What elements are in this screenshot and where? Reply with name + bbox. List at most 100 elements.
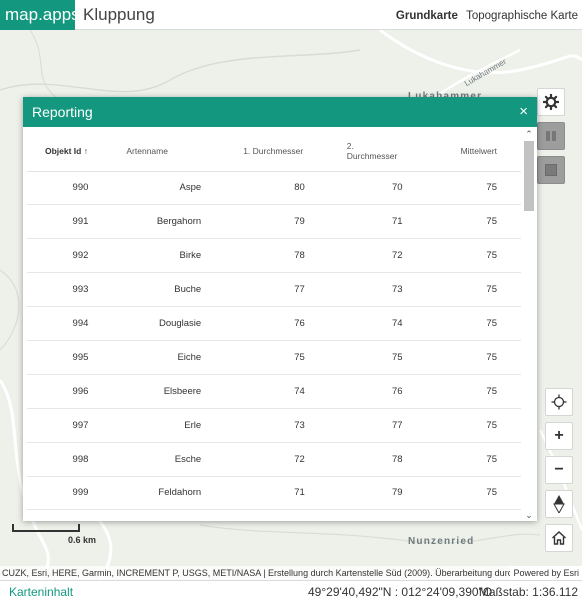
cell-artenname: Elsbeere <box>120 374 230 409</box>
table-row[interactable]: 990 Aspe 80 70 75 <box>27 171 521 206</box>
dialog-title: Reporting <box>32 104 93 120</box>
cell-durchmesser-2: 78 <box>332 442 437 477</box>
zoom-out-button[interactable]: − <box>545 456 573 484</box>
cell-objekt-id: 997 <box>27 408 121 443</box>
cell-durchmesser-2: 73 <box>332 272 437 308</box>
cell-mittelwert: 75 <box>436 306 521 341</box>
cell-durchmesser-1: 71 <box>229 476 333 511</box>
cell-mittelwert: 75 <box>436 238 521 274</box>
home-icon <box>552 531 566 545</box>
reporting-table: Objekt Id ↑ Artenname 1. Durchmesser 2. … <box>27 131 521 511</box>
column-header-artenname[interactable]: Artenname <box>120 131 230 172</box>
footer-bar: Karteninhalt 49°29'40,492"N : 012°24'09,… <box>0 580 582 602</box>
coordinate-display: 49°29'40,492"N : 012°24'09,390"O <box>308 585 493 599</box>
table-row[interactable]: 992 Birke 78 72 75 <box>27 238 521 274</box>
crosshair-icon <box>551 394 567 410</box>
cell-durchmesser-1: 78 <box>229 238 333 274</box>
stop-button[interactable] <box>537 156 565 184</box>
reporting-table-container[interactable]: Objekt Id ↑ Artenname 1. Durchmesser 2. … <box>27 131 521 517</box>
cell-objekt-id: 999 <box>27 476 121 511</box>
scroll-up-icon[interactable]: ⌃ <box>524 129 534 140</box>
dialog-header[interactable]: Reporting × <box>23 97 537 127</box>
cell-mittelwert: 75 <box>436 204 521 240</box>
cell-durchmesser-1: 72 <box>229 442 333 477</box>
cell-mittelwert: 75 <box>436 442 521 477</box>
column-header-objekt-id[interactable]: Objekt Id ↑ <box>27 131 121 172</box>
cell-durchmesser-2: 74 <box>332 306 437 341</box>
pause-button[interactable] <box>537 122 565 150</box>
map-label-nunzenried: Nunzenried <box>408 536 475 547</box>
table-row[interactable]: 994 Douglasie 76 74 75 <box>27 306 521 341</box>
cell-durchmesser-2: 72 <box>332 238 437 274</box>
attribution-text: CUZK, Esri, HERE, Garmin, INCREMENT P, U… <box>2 568 551 578</box>
top-bar: map.apps Kluppung Grundkarte Topographis… <box>0 0 582 30</box>
cell-objekt-id: 990 <box>27 171 121 206</box>
cell-artenname: Erle <box>120 408 230 443</box>
cell-durchmesser-1: 73 <box>229 408 333 443</box>
cell-durchmesser-1: 75 <box>229 340 333 375</box>
gear-icon <box>543 94 559 110</box>
cell-durchmesser-1: 77 <box>229 272 333 308</box>
cell-durchmesser-1: 74 <box>229 374 333 409</box>
table-header-row: Objekt Id ↑ Artenname 1. Durchmesser 2. … <box>27 131 521 172</box>
cell-artenname: Douglasie <box>120 306 230 341</box>
settings-button[interactable] <box>537 88 565 116</box>
scroll-down-icon[interactable]: ⌄ <box>524 510 534 521</box>
powered-by-esri[interactable]: Powered by Esri <box>510 566 582 580</box>
cell-mittelwert: 75 <box>436 171 521 206</box>
basemap-switcher: Grundkarte Topographische Karte <box>391 0 578 30</box>
cell-mittelwert: 75 <box>436 272 521 308</box>
cell-objekt-id: 992 <box>27 238 121 274</box>
home-button[interactable] <box>545 524 573 552</box>
table-row[interactable]: 997 Erle 73 77 75 <box>27 408 521 443</box>
cell-artenname: Esche <box>120 442 230 477</box>
pause-icon <box>546 131 556 141</box>
table-row[interactable]: 998 Esche 72 78 75 <box>27 442 521 477</box>
cell-durchmesser-2: 77 <box>332 408 437 443</box>
cell-durchmesser-2: 76 <box>332 374 437 409</box>
column-header-durchmesser-2[interactable]: 2. Durchmesser <box>332 131 437 172</box>
scrollbar-thumb[interactable] <box>524 141 534 211</box>
app-title: Kluppung <box>83 5 155 24</box>
locate-button[interactable] <box>545 388 573 416</box>
cell-durchmesser-1: 80 <box>229 171 333 206</box>
cell-mittelwert: 75 <box>436 476 521 511</box>
table-row[interactable]: 993 Buche 77 73 75 <box>27 272 521 308</box>
reporting-dialog: Reporting × Objekt Id ↑ Artenname 1. Dur… <box>23 97 537 521</box>
cell-artenname: Buche <box>120 272 230 308</box>
cell-artenname: Bergahorn <box>120 204 230 240</box>
scale-bar-label: 0.6 km <box>68 535 97 545</box>
karteninhalt-link[interactable]: Karteninhalt <box>9 581 73 602</box>
scale-display: Maßstab: 1:36.112 <box>478 585 578 599</box>
table-row[interactable]: 999 Feldahorn 71 79 75 <box>27 476 521 511</box>
basemap-grundkarte[interactable]: Grundkarte <box>396 10 458 22</box>
table-scrollbar[interactable]: ⌃ ⌄ <box>523 129 535 521</box>
column-header-mittelwert[interactable]: Mittelwert <box>436 131 521 172</box>
cell-durchmesser-1: 76 <box>229 306 333 341</box>
cell-mittelwert: 75 <box>436 374 521 409</box>
cell-durchmesser-2: 71 <box>332 204 437 240</box>
cell-mittelwert: 75 <box>436 408 521 443</box>
brand-logo: map.apps <box>0 0 80 30</box>
compass-icon <box>553 495 565 513</box>
cell-durchmesser-2: 75 <box>332 340 437 375</box>
map-attribution: CUZK, Esri, HERE, Garmin, INCREMENT P, U… <box>0 566 582 580</box>
cell-objekt-id: 995 <box>27 340 121 375</box>
cell-durchmesser-1: 79 <box>229 204 333 240</box>
cell-artenname: Aspe <box>120 171 230 206</box>
compass-button[interactable] <box>545 490 573 518</box>
cell-durchmesser-2: 70 <box>332 171 437 206</box>
close-icon[interactable]: × <box>519 97 528 127</box>
table-row[interactable]: 996 Elsbeere 74 76 75 <box>27 374 521 409</box>
table-row[interactable]: 991 Bergahorn 79 71 75 <box>27 204 521 240</box>
table-row[interactable]: 995 Eiche 75 75 75 <box>27 340 521 375</box>
scale-bar <box>12 524 80 532</box>
cell-objekt-id: 991 <box>27 204 121 240</box>
cell-objekt-id: 993 <box>27 272 121 308</box>
cell-artenname: Feldahorn <box>120 476 230 511</box>
column-header-durchmesser-1[interactable]: 1. Durchmesser <box>229 131 333 172</box>
cell-mittelwert: 75 <box>436 340 521 375</box>
zoom-in-button[interactable]: + <box>545 422 573 450</box>
cell-objekt-id: 996 <box>27 374 121 409</box>
basemap-topographische-karte[interactable]: Topographische Karte <box>466 10 578 22</box>
